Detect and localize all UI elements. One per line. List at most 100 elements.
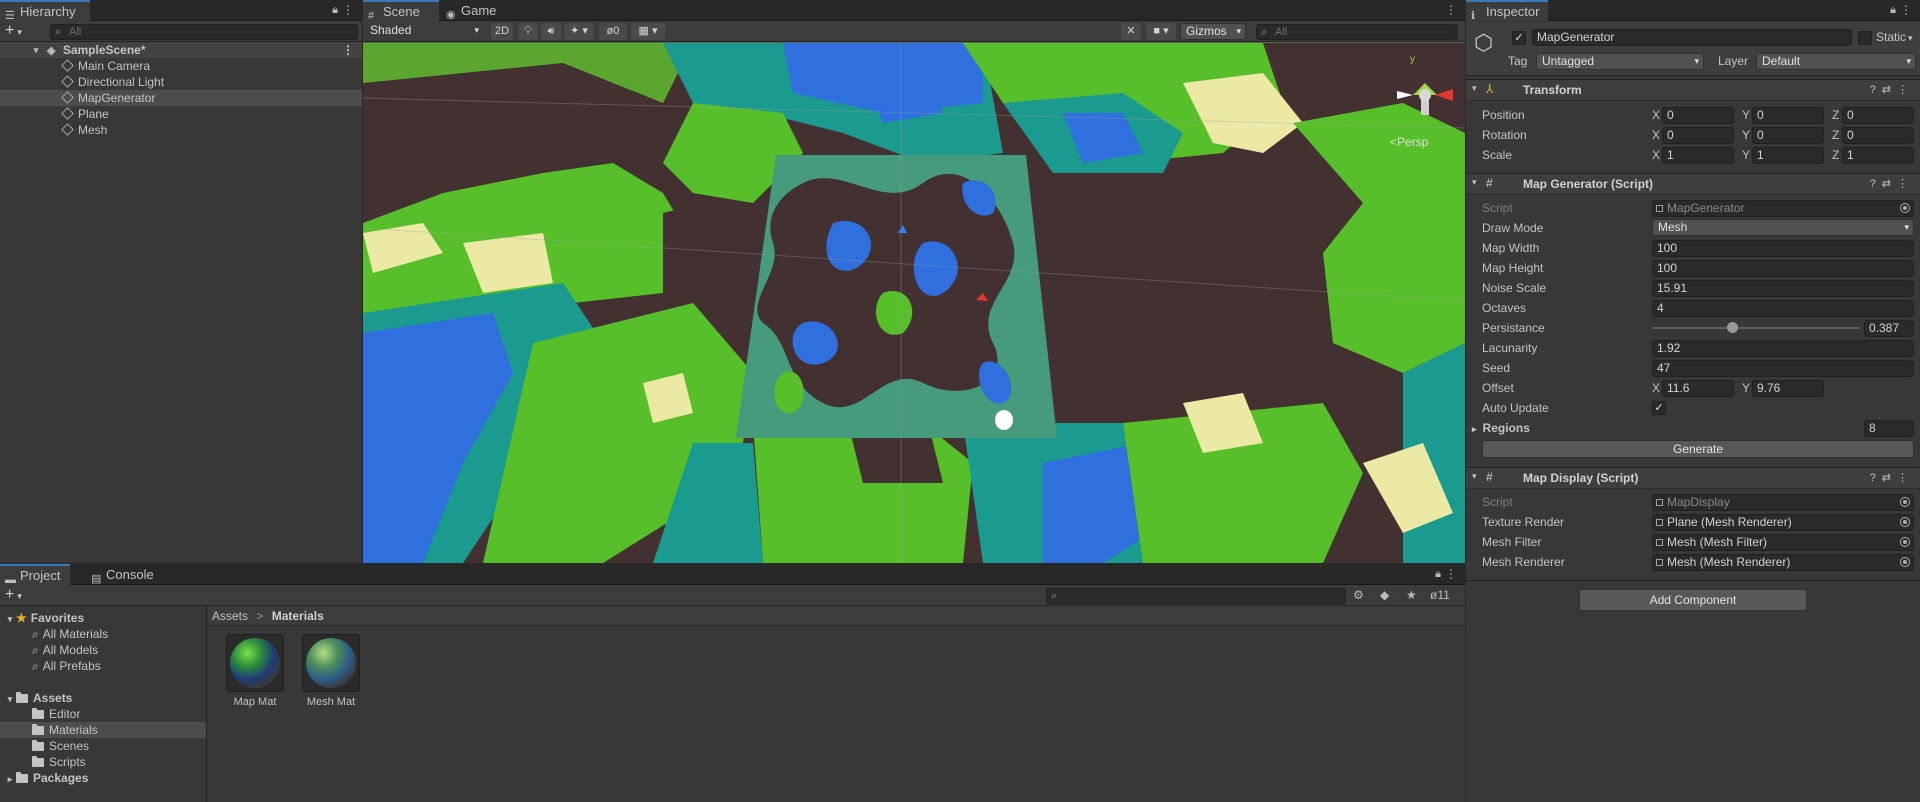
tools-icon[interactable]: ✕ [1121, 23, 1141, 40]
static-checkbox[interactable] [1858, 31, 1872, 45]
lighting-toggle-icon[interactable]: 💡︎ [518, 23, 538, 40]
expand-arrow-icon[interactable]: ▸ [4, 771, 16, 787]
hierarchy-item-mapgenerator[interactable]: MapGenerator [0, 90, 362, 106]
breadcrumb-assets[interactable]: Assets [212, 609, 248, 623]
map-width-field[interactable]: 100 [1652, 240, 1914, 257]
lock-icon[interactable]: 🔒︎ [332, 4, 338, 17]
persistance-field[interactable]: 0.387 [1864, 320, 1914, 337]
hidden-packages-toggle[interactable]: ø11 [1430, 588, 1450, 602]
folder-item-materials[interactable]: Materials [0, 722, 206, 738]
hierarchy-item-mesh[interactable]: Mesh [0, 122, 362, 138]
kebab-menu-icon[interactable]: ⋮ [1445, 3, 1457, 17]
toggle-2d-button[interactable]: 2D [491, 23, 513, 40]
scene-menu-icon[interactable]: ⋮ [342, 42, 354, 58]
position-z-field[interactable]: 0 [1842, 107, 1914, 124]
scene-search-input[interactable]: ⌕ All [1256, 24, 1458, 40]
component-header-icons[interactable]: ?⇄⋮ [1870, 177, 1914, 190]
folder-item-editor[interactable]: Editor [0, 706, 206, 722]
rotation-z-field[interactable]: 0 [1842, 127, 1914, 144]
scene-viewport[interactable] [363, 43, 1465, 563]
lacunarity-field[interactable]: 1.92 [1652, 340, 1914, 357]
kebab-menu-icon[interactable]: ⋮ [1445, 567, 1457, 581]
kebab-menu-icon[interactable]: ⋮ [1900, 3, 1912, 17]
object-picker-icon[interactable] [1900, 517, 1910, 527]
component-header-icons[interactable]: ?⇄⋮ [1870, 471, 1914, 484]
filter-by-label-icon[interactable]: ◆ [1380, 588, 1389, 602]
tag-dropdown[interactable]: Untagged ▾ [1536, 53, 1704, 70]
favorite-star-icon[interactable]: ★ [1406, 588, 1417, 602]
folder-item-scenes[interactable]: Scenes [0, 738, 206, 754]
expand-arrow-icon[interactable]: ▾ [30, 42, 42, 58]
offset-x-field[interactable]: 11.6 [1662, 380, 1734, 397]
tab-project[interactable]: ▬ Project [0, 564, 70, 586]
favorites-item-all-prefabs[interactable]: ⌕ All Prefabs [0, 658, 206, 674]
favorites-header[interactable]: ▾ ★ Favorites [0, 610, 206, 626]
packages-header[interactable]: ▸ Packages [0, 770, 206, 786]
hierarchy-item-plane[interactable]: Plane [0, 106, 362, 122]
noise-scale-field[interactable]: 15.91 [1652, 280, 1914, 297]
camera-settings-icon[interactable]: ■ ▾ [1146, 23, 1176, 40]
tab-hierarchy[interactable]: ☰ Hierarchy [0, 0, 90, 22]
filter-by-type-icon[interactable]: ⚙︎ [1353, 588, 1364, 602]
gameobject-cube-icon[interactable]: ⬡ [1474, 30, 1493, 56]
seed-field[interactable]: 47 [1652, 360, 1914, 377]
offset-y-field[interactable]: 9.76 [1752, 380, 1824, 397]
tab-inspector[interactable]: ℹ︎ Inspector [1466, 0, 1548, 22]
scale-y-field[interactable]: 1 [1752, 147, 1824, 164]
scene-row[interactable]: ▾ ◈ SampleScene* ⋮ [0, 42, 362, 58]
breadcrumb-materials[interactable]: Materials [272, 609, 324, 623]
mesh-filter-field[interactable]: Mesh (Mesh Filter) [1652, 534, 1914, 551]
static-dropdown[interactable]: Static ▾ [1876, 30, 1913, 44]
assets-header[interactable]: ▾ Assets [0, 690, 206, 706]
persistance-slider-track[interactable] [1652, 327, 1860, 329]
mesh-renderer-field[interactable]: Mesh (Mesh Renderer) [1652, 554, 1914, 571]
map-height-field[interactable]: 100 [1652, 260, 1914, 277]
transform-header[interactable]: ▾ ⅄ Transform ?⇄⋮ [1466, 79, 1920, 101]
tab-console[interactable]: ▤ Console [86, 564, 158, 585]
position-x-field[interactable]: 0 [1662, 107, 1734, 124]
object-picker-icon[interactable] [1900, 537, 1910, 547]
active-checkbox[interactable]: ✓ [1512, 31, 1526, 45]
grid-toggle-icon[interactable]: ▦ ▾ [631, 23, 665, 40]
gizmos-dropdown[interactable]: Gizmos ▾ [1180, 23, 1246, 40]
create-dropdown-button[interactable]: + ▾ [5, 586, 22, 604]
object-name-field[interactable]: MapGenerator [1532, 29, 1852, 46]
map-display-header[interactable]: ▾ # Map Display (Script) ?⇄⋮ [1466, 467, 1920, 489]
rotation-y-field[interactable]: 0 [1752, 127, 1824, 144]
hierarchy-item-main-camera[interactable]: Main Camera [0, 58, 362, 74]
asset-map-mat[interactable]: Map Mat [224, 634, 286, 708]
hierarchy-search-input[interactable]: ⌕ All [50, 24, 358, 40]
regions-foldout[interactable]: ▸ Regions [1472, 418, 1530, 438]
lock-icon[interactable]: 🔒︎ [1435, 568, 1441, 581]
object-picker-icon[interactable] [1900, 557, 1910, 567]
effects-toggle-icon[interactable]: ✦ ▾ [564, 23, 594, 40]
generate-button[interactable]: Generate [1482, 440, 1914, 458]
draw-mode-dropdown[interactable]: Mesh ▾ [1652, 219, 1914, 236]
regions-count-field[interactable]: 8 [1864, 420, 1914, 437]
scale-z-field[interactable]: 1 [1842, 147, 1914, 164]
tab-scene[interactable]: # Scene [363, 0, 439, 22]
audio-toggle-icon[interactable]: 🔊︎ [541, 23, 561, 40]
favorites-item-all-models[interactable]: ⌕ All Models [0, 642, 206, 658]
add-dropdown-button[interactable]: + ▾ [5, 22, 22, 40]
texture-render-field[interactable]: Plane (Mesh Renderer) [1652, 514, 1914, 531]
layer-dropdown[interactable]: Default ▾ [1756, 53, 1916, 70]
octaves-field[interactable]: 4 [1652, 300, 1914, 317]
map-generator-header[interactable]: ▾ # Map Generator (Script) ?⇄⋮ [1466, 173, 1920, 195]
scale-x-field[interactable]: 1 [1662, 147, 1734, 164]
project-search-input[interactable]: ⌕ [1046, 588, 1346, 604]
hierarchy-item-directional-light[interactable]: Directional Light [0, 74, 362, 90]
component-header-icons[interactable]: ?⇄⋮ [1870, 83, 1914, 96]
favorites-item-all-materials[interactable]: ⌕ All Materials [0, 626, 206, 642]
lock-icon[interactable]: 🔒︎ [1890, 4, 1896, 17]
collapse-arrow-icon[interactable]: ▾ [1472, 83, 1477, 94]
tab-game[interactable]: ◉ Game [441, 0, 501, 21]
persp-label[interactable]: <Persp [1390, 135, 1428, 149]
folder-item-scripts[interactable]: Scripts [0, 754, 206, 770]
persistance-slider-handle[interactable] [1727, 322, 1739, 333]
position-y-field[interactable]: 0 [1752, 107, 1824, 124]
expand-arrow-icon[interactable]: ▾ [4, 691, 16, 707]
expand-arrow-icon[interactable]: ▾ [4, 611, 16, 627]
add-component-button[interactable]: Add Component [1579, 589, 1807, 611]
asset-mesh-mat[interactable]: Mesh Mat [300, 634, 362, 708]
